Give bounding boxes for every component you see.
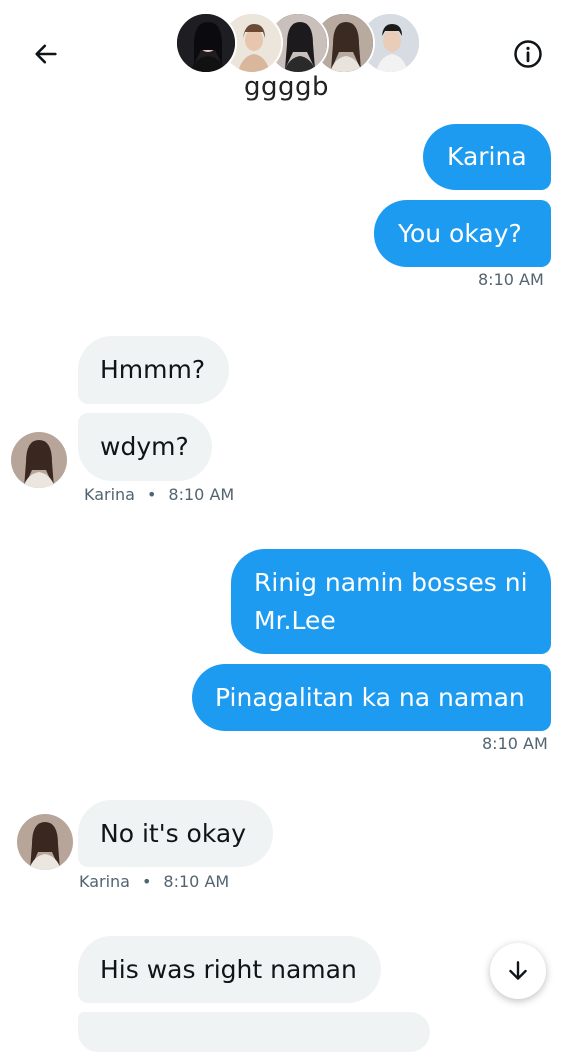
message-timestamp: 8:10 AM	[168, 485, 235, 504]
sender-avatar[interactable]	[17, 814, 73, 870]
message-bubble-incoming[interactable]: wdym?	[78, 413, 212, 481]
message-bubble-incoming[interactable]: His was right naman	[78, 936, 381, 1003]
back-button[interactable]	[28, 36, 64, 72]
message-text: Hmmm?	[100, 355, 206, 384]
group-name[interactable]: ggggb	[0, 72, 573, 102]
arrow-down-icon	[509, 961, 527, 980]
message-text: wdym?	[100, 432, 189, 461]
message-timestamp: 8:10 AM	[482, 734, 548, 753]
message-text: No it's okay	[100, 819, 246, 848]
message-timestamp: 8:10 AM	[478, 270, 544, 289]
message-text-line: Rinig namin bosses ni	[254, 568, 528, 597]
scroll-to-bottom-button[interactable]	[490, 943, 546, 999]
member-avatar	[175, 12, 237, 74]
message-text: His was right naman	[100, 955, 357, 984]
separator-dot: •	[141, 872, 152, 891]
message-bubble-incoming[interactable]: No it's okay	[78, 800, 273, 867]
conversation-header: ggggb	[0, 0, 573, 120]
message-text: Pinagalitan ka na naman	[215, 683, 525, 712]
info-circle-icon	[514, 40, 542, 68]
message-bubble-outgoing[interactable]: You okay?	[374, 200, 551, 267]
message-timestamp: 8:10 AM	[163, 872, 230, 891]
message-bubble-incoming[interactable]: Hmmm?	[78, 336, 229, 404]
message-meta: Karina • 8:10 AM	[79, 872, 229, 891]
info-button[interactable]	[510, 36, 546, 72]
separator-dot: •	[146, 485, 157, 504]
arrow-left-icon	[35, 44, 57, 64]
message-bubble-outgoing[interactable]: Pinagalitan ka na naman	[192, 664, 551, 731]
group-avatars[interactable]	[175, 12, 421, 76]
message-text-line: Mr.Lee	[254, 606, 336, 635]
message-bubble-outgoing[interactable]: Rinig namin bosses ni Mr.Lee	[231, 549, 551, 654]
message-meta: Karina • 8:10 AM	[84, 485, 234, 504]
message-bubble-outgoing[interactable]: Karina	[423, 124, 551, 190]
message-text: Karina	[447, 142, 527, 171]
sender-name[interactable]: Karina	[84, 485, 135, 504]
message-bubble-incoming-partial[interactable]	[78, 1012, 430, 1052]
sender-name[interactable]: Karina	[79, 872, 130, 891]
message-text: You okay?	[398, 219, 522, 248]
sender-avatar[interactable]	[11, 432, 67, 488]
